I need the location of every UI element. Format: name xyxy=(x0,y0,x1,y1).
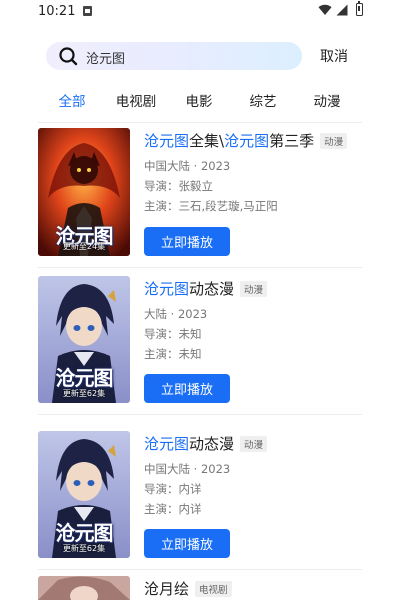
notification-app-icon xyxy=(83,6,92,16)
result-divider xyxy=(38,267,362,268)
title-text: 沧月绘 xyxy=(144,580,190,598)
tabs-divider xyxy=(38,122,362,123)
search-input[interactable]: 沧元图 xyxy=(86,48,125,67)
poster-image[interactable]: 沧元图 更新至62集 xyxy=(38,276,130,403)
poster-caption: 更新至62集 xyxy=(62,389,106,398)
title-highlight: 沧元图 xyxy=(224,132,270,150)
tab-all[interactable]: 全部 xyxy=(59,90,86,110)
play-now-button[interactable]: 立即播放 xyxy=(144,529,230,558)
cast: 主演：三石,段艺璇,马正阳 xyxy=(144,199,278,213)
region-year: 中国大陆 · 2023 xyxy=(144,159,231,173)
title-text: 动态漫 xyxy=(189,280,235,298)
title-text: 全集\ xyxy=(189,132,225,150)
title-highlight: 沧元图 xyxy=(144,132,190,150)
region-year: 大陆 · 2023 xyxy=(144,307,208,321)
director: 导演：未知 xyxy=(144,327,202,341)
title-text: 动态漫 xyxy=(189,435,235,453)
result-title[interactable]: 沧元图 动态漫 动漫 xyxy=(144,433,268,454)
director: 导演：内详 xyxy=(144,482,202,496)
play-now-button[interactable]: 立即播放 xyxy=(144,227,230,256)
result-title[interactable]: 沧元图 全集\ 沧元图 第三季 动漫 xyxy=(144,130,348,151)
title-text: 第三季 xyxy=(269,132,315,150)
poster-title-text: 沧元图 xyxy=(55,366,114,390)
tab-anime[interactable]: 动漫 xyxy=(314,90,341,110)
poster-artwork xyxy=(38,576,130,600)
search-icon xyxy=(59,47,78,66)
status-bar: 10:21 xyxy=(0,0,400,24)
type-badge: 动漫 xyxy=(240,435,268,452)
poster-image[interactable]: 沧元图 更新至62集 xyxy=(38,431,130,558)
region-year: 中国大陆 · 2023 xyxy=(144,462,231,476)
play-now-button[interactable]: 立即播放 xyxy=(144,374,230,403)
director: 导演：张毅立 xyxy=(144,179,213,193)
poster-image[interactable]: 沧元图 更新至24集 xyxy=(38,128,130,256)
result-title[interactable]: 沧月绘 电视剧 xyxy=(144,578,232,599)
result-divider xyxy=(38,569,362,570)
signal-icon xyxy=(336,4,348,16)
cancel-button[interactable]: 取消 xyxy=(320,46,348,66)
tab-variety[interactable]: 综艺 xyxy=(250,90,277,110)
result-title[interactable]: 沧元图 动态漫 动漫 xyxy=(144,278,268,299)
cast: 主演：内详 xyxy=(144,502,202,516)
wifi-icon xyxy=(318,4,332,16)
result-divider xyxy=(38,414,362,415)
cast: 主演：未知 xyxy=(144,347,202,361)
type-badge: 电视剧 xyxy=(195,580,232,597)
type-badge: 动漫 xyxy=(240,280,268,297)
battery-icon xyxy=(356,0,363,16)
title-highlight: 沧元图 xyxy=(144,280,190,298)
search-bar[interactable]: 沧元图 xyxy=(46,42,302,70)
poster-caption: 更新至24集 xyxy=(62,242,106,251)
category-tabs: 全部 电视剧 电影 综艺 动漫 xyxy=(0,90,400,110)
status-time: 10:21 xyxy=(38,4,76,19)
poster-image[interactable] xyxy=(38,576,130,600)
title-highlight: 沧元图 xyxy=(144,435,190,453)
tab-movies[interactable]: 电影 xyxy=(186,90,213,110)
poster-title-text: 沧元图 xyxy=(55,521,114,545)
tab-tv-series[interactable]: 电视剧 xyxy=(116,90,157,110)
poster-caption: 更新至62集 xyxy=(62,544,106,553)
type-badge: 动漫 xyxy=(320,132,348,149)
